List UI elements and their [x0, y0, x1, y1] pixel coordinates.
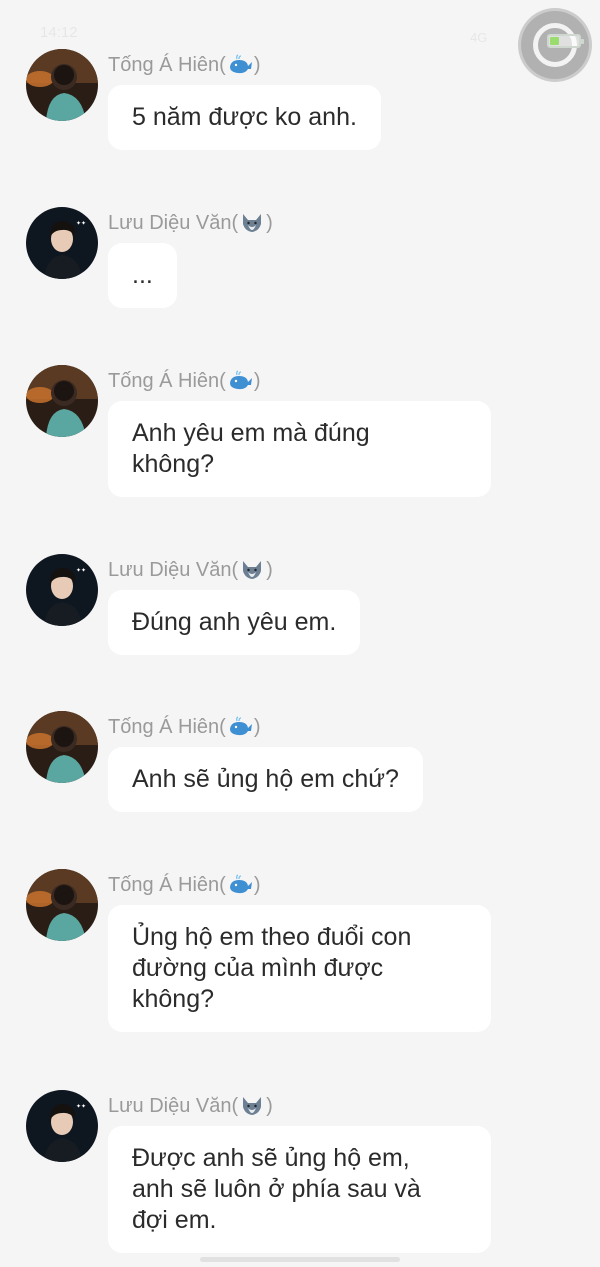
svg-text:✦✦: ✦✦ [76, 220, 86, 227]
sender-name: Tống Á Hiên() [108, 715, 261, 738]
avatar[interactable] [26, 365, 98, 437]
floating-assistive-button[interactable] [518, 8, 592, 82]
avatar-van-icon: ✦✦ [26, 207, 98, 279]
svg-text:✦✦: ✦✦ [76, 567, 86, 574]
svg-text:✦✦: ✦✦ [76, 1103, 86, 1110]
message-bubble[interactable]: Anh yêu em mà đúng không? [108, 401, 491, 497]
avatar[interactable] [26, 869, 98, 941]
avatar-van-icon: ✦✦ [26, 554, 98, 626]
whale-icon [227, 874, 253, 896]
avatar[interactable]: ✦✦ [26, 554, 98, 626]
message-bubble[interactable]: Được anh sẽ ủng hộ em, anh sẽ luôn ở phí… [108, 1126, 491, 1253]
avatar-hien-icon [26, 365, 98, 437]
wolf-icon [239, 559, 265, 581]
battery-charging-icon [547, 34, 584, 48]
avatar[interactable]: ✦✦ [26, 1090, 98, 1162]
sender-name: Lưu Diệu Văn() [108, 211, 273, 234]
avatar[interactable]: ✦✦ [26, 207, 98, 279]
sender-name: Lưu Diệu Văn() [108, 558, 273, 581]
avatar[interactable] [26, 711, 98, 783]
sender-name: Tống Á Hiên() [108, 369, 261, 392]
whale-icon [227, 370, 253, 392]
message-bubble[interactable]: Ủng hộ em theo đuổi con đường của mình đ… [108, 905, 491, 1032]
wolf-icon [239, 212, 265, 234]
home-indicator[interactable] [200, 1257, 400, 1262]
message-bubble[interactable]: ... [108, 243, 177, 308]
whale-icon [227, 716, 253, 738]
sender-name: Lưu Diệu Văn() [108, 1094, 273, 1117]
sender-name: Tống Á Hiên() [108, 53, 261, 76]
whale-icon [227, 54, 253, 76]
avatar-van-icon: ✦✦ [26, 1090, 98, 1162]
avatar-hien-icon [26, 49, 98, 121]
avatar-hien-icon [26, 869, 98, 941]
message-bubble[interactable]: 5 năm được ko anh. [108, 85, 381, 150]
wolf-icon [239, 1095, 265, 1117]
status-network: 4G [470, 30, 488, 45]
avatar[interactable] [26, 49, 98, 121]
message-bubble[interactable]: Anh sẽ ủng hộ em chứ? [108, 747, 423, 812]
avatar-hien-icon [26, 711, 98, 783]
sender-name: Tống Á Hiên() [108, 873, 261, 896]
message-bubble[interactable]: Đúng anh yêu em. [108, 590, 361, 655]
status-time: 14:12 [40, 24, 78, 41]
